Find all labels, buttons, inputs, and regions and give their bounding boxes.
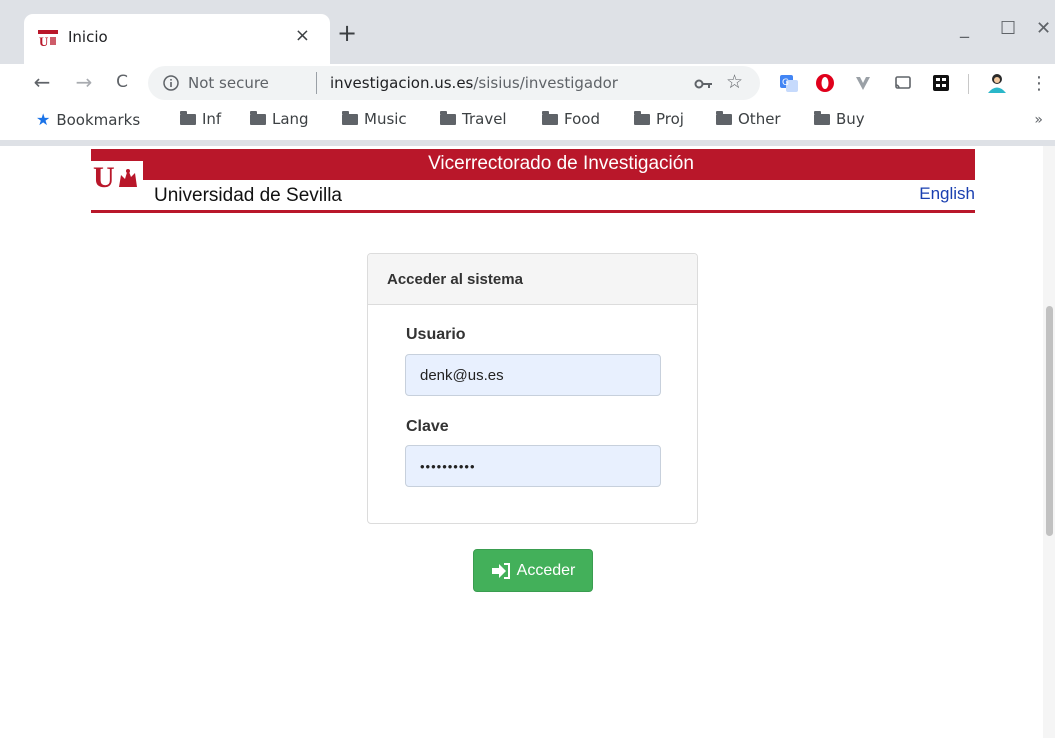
password-label: Clave [406,418,449,435]
close-window-icon[interactable]: ✕ [1036,18,1051,39]
menu-kebab-icon[interactable]: ⋮ [1028,72,1050,94]
login-panel-header: Acceder al sistema [368,254,697,305]
acceder-button[interactable]: Acceder [473,549,593,592]
sign-in-icon [491,562,510,579]
reload-icon[interactable]: C [108,68,136,96]
tab-strip: U Inicio × + _ ☐ ✕ [0,0,1055,64]
bookmark-folder-music[interactable]: Music [342,110,407,128]
info-icon [163,75,179,91]
us-logo[interactable]: U [91,149,143,211]
browser-chrome: U Inicio × + _ ☐ ✕ ← → C Not secure inve… [0,0,1055,146]
login-panel: Acceder al sistema Usuario Clave [367,253,698,524]
back-icon[interactable]: ← [28,68,56,96]
scrollbar-thumb[interactable] [1046,306,1053,536]
bookmark-folder-lang[interactable]: Lang [250,110,309,128]
forward-icon[interactable]: → [70,68,98,96]
bookmark-folder-buy[interactable]: Buy [814,110,865,128]
maximize-icon[interactable]: ☐ [1000,18,1016,39]
bookmarks-overflow-icon[interactable]: » [1034,112,1043,128]
logo-top-bar [91,149,143,161]
username-label: Usuario [406,326,466,343]
password-input[interactable] [405,445,661,487]
header-red-band: Vicerrectorado de Investigación [91,149,975,180]
bookmark-folder-inf[interactable]: Inf [180,110,221,128]
bookmark-folder-label: Buy [836,110,865,128]
bookmark-folder-label: Proj [656,110,684,128]
reader-extension-icon[interactable] [930,72,952,94]
bookmarks-star[interactable]: ★ Bookmarks [36,110,140,129]
bookmark-folder-label: Lang [272,110,309,128]
vivaldi-extension-icon[interactable] [852,72,874,94]
header-rule [91,210,975,213]
bookmarks-bar: ★ Bookmarks Inf Lang Music Travel Food P… [0,104,1055,140]
profile-avatar-icon[interactable] [986,72,1008,94]
key-icon[interactable] [694,77,714,91]
minimize-icon[interactable]: _ [960,18,969,39]
cast-extension-icon[interactable] [892,72,914,94]
folder-icon [634,110,650,125]
bookmark-folder-label: Other [738,110,781,128]
logo-letter: U [93,161,115,194]
page-scrollbar[interactable] [1043,146,1055,738]
folder-icon [542,110,558,125]
omnibox-separator [316,72,317,94]
bookmark-folder-food[interactable]: Food [542,110,600,128]
bookmark-folder-other[interactable]: Other [716,110,781,128]
us-favicon-icon: U [38,30,58,48]
giralda-logo-icon [119,169,137,187]
star-filled-icon: ★ [36,110,51,129]
bookmark-folder-travel[interactable]: Travel [440,110,507,128]
bookmark-folder-label: Food [564,110,600,128]
translate-extension-icon[interactable]: G [778,72,800,94]
opera-extension-icon[interactable] [814,72,836,94]
english-language-link[interactable]: English [919,184,975,204]
toolbar-separator [968,74,969,94]
address-bar[interactable]: Not secure investigacion.us.es/sisius/in… [148,66,760,100]
bookmark-star-icon[interactable]: ☆ [726,71,743,93]
new-tab-icon[interactable]: + [334,20,360,46]
browser-tab[interactable]: U Inicio × [24,14,330,64]
bookmark-folder-label: Music [364,110,407,128]
url-path: /sisius/investigador [473,74,618,92]
site-header: Vicerrectorado de Investigación U Univer… [91,149,975,213]
bookmark-folder-label: Travel [462,110,507,128]
tab-title: Inicio [68,28,108,46]
acceder-button-label: Acceder [516,561,576,579]
bookmarks-label: Bookmarks [56,110,141,129]
university-name: Universidad de Sevilla [154,185,342,206]
url-text[interactable]: investigacion.us.es/sisius/investigador [330,74,618,92]
folder-icon [440,110,456,125]
bookmark-folder-label: Inf [202,110,222,128]
url-host: investigacion.us.es [330,74,474,92]
username-input[interactable] [405,354,661,396]
folder-icon [342,110,358,125]
folder-icon [250,110,266,125]
vicerrectorado-title: Vicerrectorado de Investigación [428,153,694,174]
bookmark-folder-proj[interactable]: Proj [634,110,684,128]
browser-toolbar: ← → C Not secure investigacion.us.es/sis… [0,64,1055,104]
folder-icon [814,110,830,125]
svg-text:U: U [39,34,49,48]
svg-text:G: G [782,78,789,88]
tab-close-icon[interactable]: × [295,25,310,46]
folder-icon [716,110,732,125]
not-secure-label: Not secure [188,74,269,92]
login-panel-title: Acceder al sistema [387,271,523,288]
folder-icon [180,110,196,125]
